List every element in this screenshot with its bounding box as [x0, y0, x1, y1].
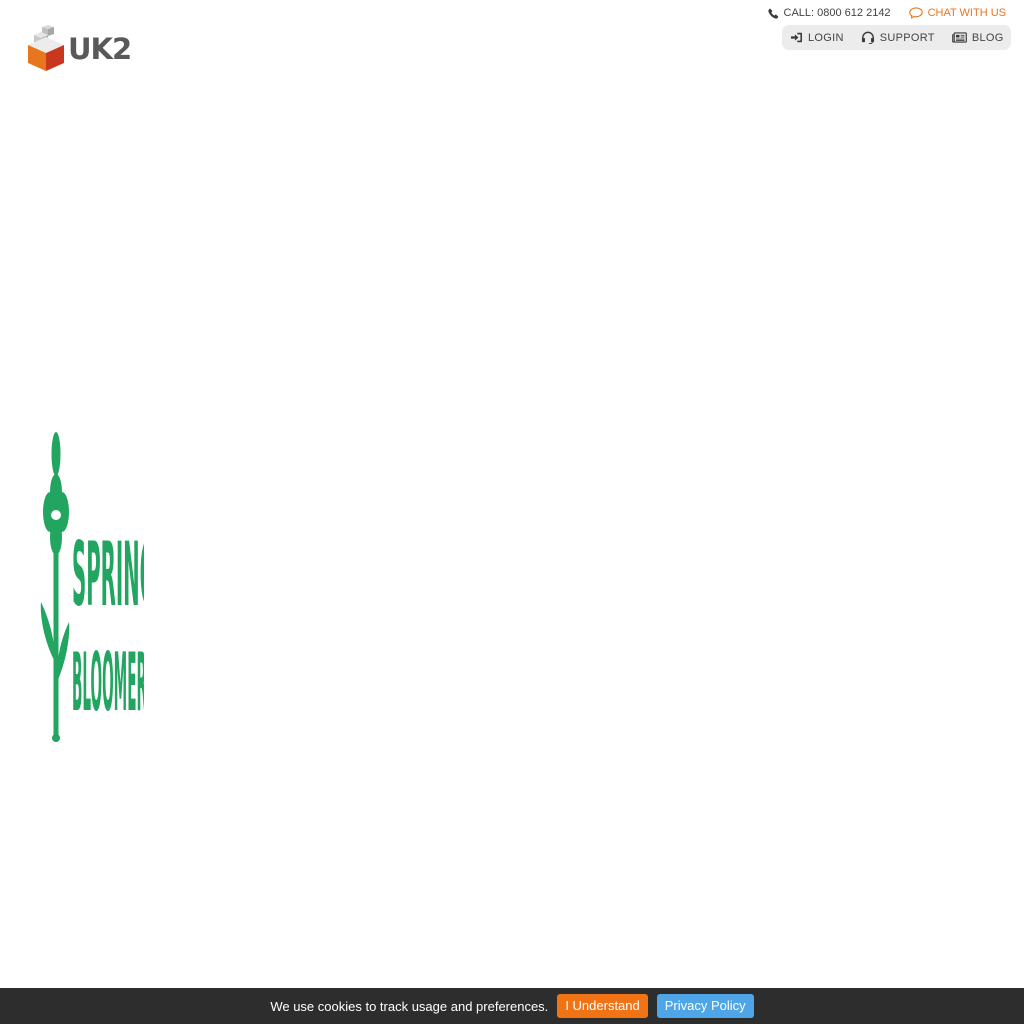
nav-support-label: SUPPORT [879, 31, 935, 44]
login-icon [791, 32, 802, 43]
headset-icon [861, 31, 874, 44]
cookie-message: We use cookies to track usage and prefer… [270, 998, 549, 1014]
uk2-logo[interactable]: UK2 [28, 25, 132, 71]
page: UK2 CALL: 0800 612 2142 CHAT WITH US LOG… [0, 0, 1024, 1024]
call-label: CALL: 0800 612 2142 [783, 7, 891, 19]
nav-login-label: LOGIN [808, 31, 844, 44]
spring-bloomers-graphic: SPRING BLOOMERS [40, 432, 144, 742]
phone-icon [767, 8, 778, 19]
chat-label: CHAT WITH US [927, 7, 1006, 19]
nav-support-link[interactable]: SUPPORT [861, 31, 935, 44]
promo-line-2: BLOOMERS [72, 636, 144, 729]
call-link[interactable]: CALL: 0800 612 2142 [767, 7, 891, 19]
newspaper-icon [951, 32, 967, 43]
logo-wordmark: UK2 [68, 31, 132, 66]
account-nav: LOGIN SUPPORT BLOG [782, 25, 1011, 50]
i-understand-button[interactable]: I Understand [557, 994, 648, 1018]
nav-blog-link[interactable]: BLOG [951, 31, 1004, 44]
chat-bubble-icon [908, 7, 923, 19]
privacy-policy-button[interactable]: Privacy Policy [656, 994, 754, 1018]
chat-with-us-link[interactable]: CHAT WITH US [908, 7, 1006, 19]
cookie-consent-bar: We use cookies to track usage and prefer… [0, 988, 1024, 1024]
promo-line-1: SPRING [72, 525, 144, 627]
top-utility-bar: CALL: 0800 612 2142 CHAT WITH US [767, 5, 1006, 21]
nav-blog-label: BLOG [971, 31, 1004, 44]
flower-icon [40, 432, 70, 742]
nav-login-link[interactable]: LOGIN [790, 32, 844, 44]
cube-logo-icon [28, 25, 64, 71]
